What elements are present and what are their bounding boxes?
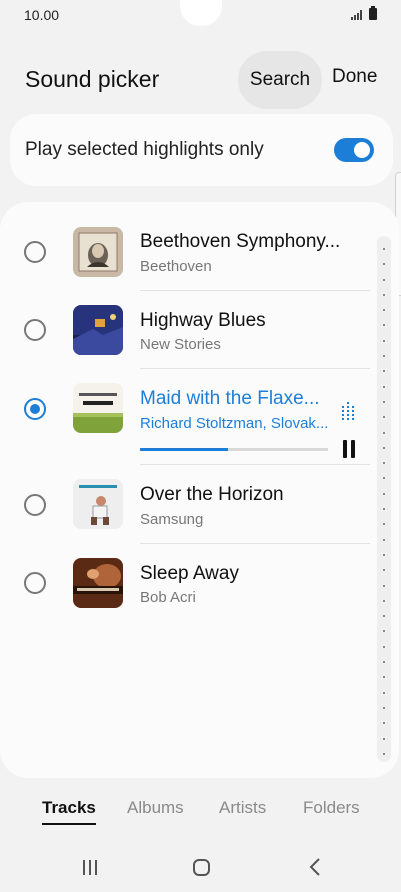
scrollbar-dot — [383, 584, 385, 587]
track-title: Beethoven Symphony... — [140, 231, 341, 252]
scrollbar-dot — [383, 645, 385, 648]
signal-icon — [351, 10, 362, 20]
system-nav-bar — [0, 842, 401, 892]
back-icon[interactable] — [309, 858, 321, 876]
scrollbar-dot — [383, 676, 385, 679]
equalizer-icon — [342, 402, 354, 420]
track-radio[interactable] — [24, 319, 46, 341]
home-icon[interactable] — [193, 859, 210, 876]
scrollbar-dot — [383, 553, 385, 556]
search-button[interactable]: Search — [238, 51, 322, 109]
scrollbar-dot — [383, 615, 385, 618]
album-art-richard-stoltzman — [73, 383, 123, 433]
done-button[interactable]: Done — [332, 66, 377, 88]
scrollbar-dot — [383, 446, 385, 449]
track-artist: Samsung — [140, 511, 204, 528]
album-art-sleep-away — [73, 558, 123, 608]
scrollbar-dot — [383, 355, 385, 358]
highlights-toggle[interactable] — [334, 138, 374, 162]
scrollbar-dot — [383, 385, 385, 388]
battery-icon — [369, 6, 377, 20]
scrollbar-dot — [383, 630, 385, 633]
tab-albums[interactable]: Albums — [127, 798, 184, 818]
track-artist: New Stories — [140, 336, 221, 353]
scrollbar-dot — [383, 706, 385, 709]
track-radio-selected[interactable] — [24, 398, 46, 420]
scrollbar-dot — [383, 691, 385, 694]
track-artist: Richard Stoltzman, Slovak... — [140, 415, 329, 432]
camera-notch — [180, 0, 222, 26]
scrollbar-dot — [383, 263, 385, 266]
scrollbar-dot — [383, 416, 385, 419]
scrollbar-dot — [383, 293, 385, 296]
scrollbar-dot — [383, 722, 385, 725]
album-art-highway-blues — [73, 305, 123, 355]
pause-icon[interactable] — [342, 440, 356, 458]
tab-artists[interactable]: Artists — [219, 798, 266, 818]
track-artist: Beethoven — [140, 258, 212, 275]
scrollbar-dot — [383, 661, 385, 664]
list-scrollbar[interactable] — [377, 236, 391, 762]
scrollbar-dot — [383, 523, 385, 526]
scrollbar-dot — [383, 278, 385, 281]
tab-tracks[interactable]: Tracks — [42, 798, 96, 825]
scrollbar-dot — [383, 431, 385, 434]
scrollbar-dot — [383, 248, 385, 250]
category-tabs: Tracks Albums Artists Folders — [0, 798, 401, 828]
scrollbar-dot — [383, 309, 385, 312]
track-row-5[interactable]: Sleep Away Bob Acri — [0, 544, 370, 622]
scrollbar-dot — [383, 462, 385, 465]
track-row-1[interactable]: Beethoven Symphony... Beethoven — [0, 212, 370, 290]
track-title: Over the Horizon — [140, 484, 284, 505]
playback-progress[interactable] — [140, 448, 328, 451]
track-title: Highway Blues — [140, 310, 266, 331]
track-title: Maid with the Flaxe... — [140, 388, 320, 409]
scrollbar-dot — [383, 569, 385, 572]
scrollbar-dot — [383, 599, 385, 602]
status-bar: 10.00 — [0, 0, 401, 30]
scrollbar-dot — [383, 492, 385, 495]
album-art-over-the-horizon — [73, 479, 123, 529]
status-time: 10.00 — [24, 7, 60, 23]
tab-folders[interactable]: Folders — [303, 798, 360, 818]
scrollbar-dot — [383, 752, 385, 755]
scrollbar-dot — [383, 538, 385, 541]
scrollbar-dot — [383, 324, 385, 327]
scrollbar-dot — [383, 339, 385, 342]
track-radio[interactable] — [24, 494, 46, 516]
toggle-knob — [352, 140, 372, 160]
progress-fill — [140, 448, 229, 451]
scrollbar-dot — [383, 477, 385, 480]
track-radio[interactable] — [24, 572, 46, 594]
scrollbar-dot — [383, 737, 385, 740]
album-art-beethoven — [73, 227, 123, 277]
page-title: Sound picker — [25, 66, 160, 92]
track-title: Sleep Away — [140, 563, 239, 584]
highlights-setting[interactable]: Play selected highlights only — [10, 114, 393, 186]
recent-apps-icon[interactable] — [82, 860, 98, 875]
track-radio[interactable] — [24, 241, 46, 263]
track-artist: Bob Acri — [140, 589, 196, 606]
highlights-label: Play selected highlights only — [25, 139, 264, 160]
scrollbar-dot — [383, 370, 385, 373]
scrollbar-dot — [383, 400, 385, 403]
track-row-2[interactable]: Highway Blues New Stories — [0, 291, 370, 369]
track-row-4[interactable]: Over the Horizon Samsung — [0, 465, 370, 543]
scrollbar-dot — [383, 508, 385, 511]
